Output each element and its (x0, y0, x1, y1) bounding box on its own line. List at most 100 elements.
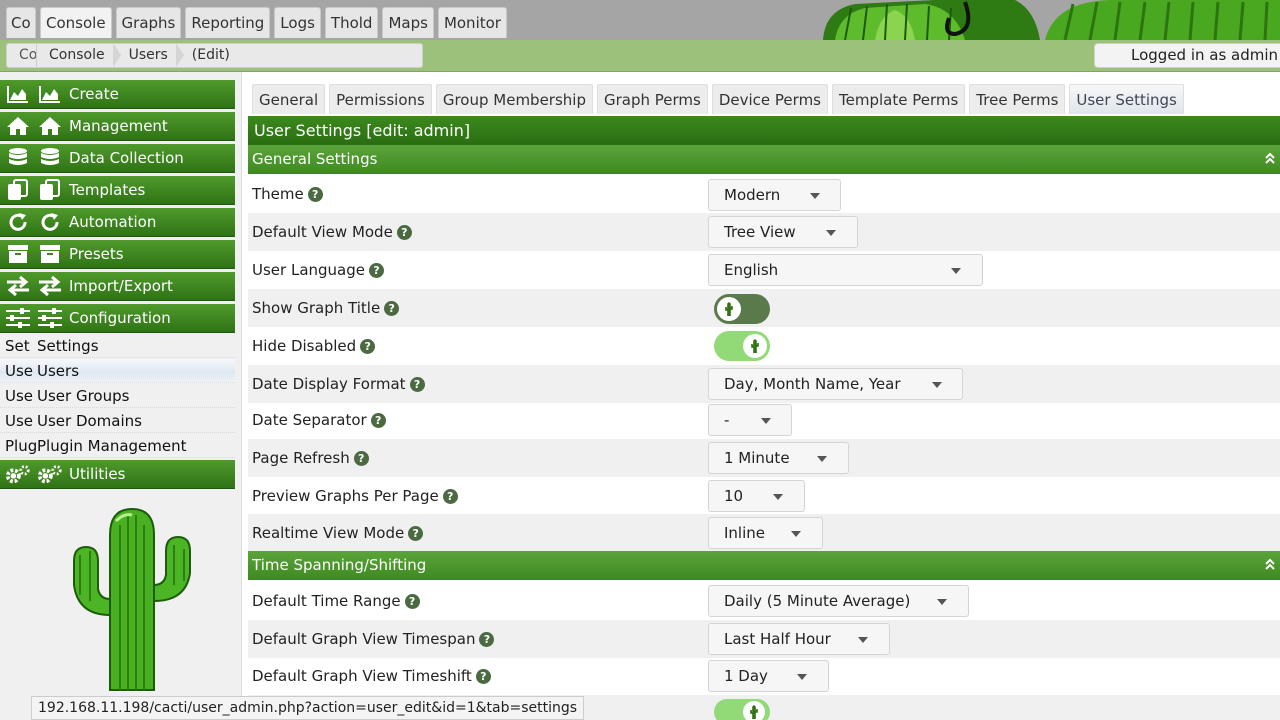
top-tab-logs[interactable]: Logs (274, 7, 321, 38)
help-icon[interactable]: ? (353, 451, 369, 466)
help-icon[interactable]: ? (384, 301, 400, 316)
cactus-banner-image (815, 0, 1280, 40)
sidebar-header-management[interactable]: Management (0, 112, 235, 141)
top-tab-maps[interactable]: Maps (382, 7, 434, 38)
user-language-select[interactable]: English (708, 254, 983, 286)
archive-icon (37, 243, 63, 265)
refresh-icon (5, 211, 31, 233)
row-date-display-format: Date Display Format? Day, Month Name, Ye… (248, 365, 1280, 403)
user-edit-tabs: General Permissions Group Membership Gra… (252, 84, 1184, 114)
top-tab-thold[interactable]: Thold (324, 7, 379, 38)
collapse-icon[interactable] (1264, 551, 1278, 580)
sidebar-header-create[interactable]: Create (0, 80, 235, 109)
partial-toggle[interactable] (714, 699, 770, 720)
chevron-down-icon (810, 193, 820, 199)
section-general-settings[interactable]: General Settings (248, 145, 1280, 174)
top-tab-console-collapsed[interactable]: Co (6, 7, 36, 38)
date-separator-select[interactable]: - (708, 404, 792, 436)
theme-select[interactable]: Modern (708, 179, 841, 211)
row-default-graph-view-timeshift: Default Graph View Timeshift? 1 Day (248, 657, 1280, 695)
row-page-refresh: Page Refresh? 1 Minute (248, 439, 1280, 477)
chevron-down-icon (937, 599, 947, 605)
tab-general[interactable]: General (252, 84, 326, 114)
sidebar-header-import-export[interactable]: Import/Export (0, 272, 235, 301)
help-icon[interactable]: ? (307, 187, 323, 202)
top-tab-reporting[interactable]: Reporting (185, 7, 271, 38)
sidebar-header-configuration[interactable]: Configuration (0, 304, 235, 333)
tab-user-settings[interactable]: User Settings (1069, 84, 1184, 114)
page-refresh-select[interactable]: 1 Minute (708, 442, 849, 474)
sidebar-header-automation[interactable]: Automation (0, 208, 235, 237)
help-icon[interactable]: ? (396, 225, 412, 240)
field-label: Default Graph View Timeshift (252, 667, 472, 685)
sidebar-header-data-collection[interactable]: Data Collection (0, 144, 235, 173)
help-icon[interactable]: ? (368, 263, 384, 278)
tab-device-perms[interactable]: Device Perms (711, 84, 828, 114)
row-theme: Theme? Modern (248, 175, 1280, 213)
top-tab-monitor[interactable]: Monitor (437, 7, 507, 38)
sidebar-item-users[interactable]: Use Users (0, 359, 235, 383)
tab-template-perms[interactable]: Template Perms (832, 84, 966, 114)
tab-permissions[interactable]: Permissions (329, 84, 432, 114)
tab-group-membership[interactable]: Group Membership (435, 84, 593, 114)
field-label: Preview Graphs Per Page (252, 487, 439, 505)
copy-icon (5, 179, 31, 201)
row-show-graph-title: Show Graph Title? (248, 289, 1280, 327)
sidebar-item-plugin-management[interactable]: PlugPlugin Management (0, 434, 235, 458)
help-icon[interactable]: ? (370, 413, 386, 428)
field-label: User Language (252, 261, 365, 279)
default-time-range-select[interactable]: Daily (5 Minute Average) (708, 585, 969, 617)
chevron-down-icon (951, 268, 961, 274)
default-graph-view-timespan-select[interactable]: Last Half Hour (708, 623, 890, 655)
help-icon[interactable]: ? (442, 489, 458, 504)
preview-graphs-per-page-select[interactable]: 10 (708, 480, 805, 512)
tab-tree-perms[interactable]: Tree Perms (969, 84, 1066, 114)
sidebar-item-user-groups[interactable]: Use User Groups (0, 384, 235, 408)
sidebar-item-settings[interactable]: Set Settings (0, 334, 235, 358)
sidebar-header-templates[interactable]: Templates (0, 176, 235, 205)
top-tab-console[interactable]: Console (40, 7, 112, 38)
chevron-down-icon (826, 230, 836, 236)
help-icon[interactable]: ? (404, 594, 420, 609)
sidebar-header-utilities[interactable]: Utilities (0, 460, 235, 489)
top-tabs: Co Console Graphs Reporting Logs Thold M… (6, 7, 507, 38)
chevron-down-icon (817, 456, 827, 462)
default-view-mode-select[interactable]: Tree View (708, 216, 858, 248)
breadcrumb-users[interactable]: Users (117, 43, 185, 68)
sidebar-item-user-domains[interactable]: Use User Domains (0, 409, 235, 433)
help-icon[interactable]: ? (408, 526, 424, 541)
status-bar-url: 192.168.11.198/cacti/user_admin.php?acti… (31, 696, 585, 720)
help-icon[interactable]: ? (360, 339, 376, 354)
cactus-icon (717, 297, 741, 321)
exchange-icon (37, 275, 63, 297)
sidebar-header-presets[interactable]: Presets (0, 240, 235, 269)
section-time-spanning[interactable]: Time Spanning/Shifting (248, 551, 1280, 580)
date-display-format-select[interactable]: Day, Month Name, Year (708, 368, 963, 400)
collapse-icon[interactable] (1264, 145, 1278, 174)
row-default-time-range: Default Time Range? Daily (5 Minute Aver… (248, 582, 1280, 620)
archive-icon (5, 243, 31, 265)
help-icon[interactable]: ? (409, 377, 425, 392)
help-icon[interactable]: ? (479, 632, 495, 647)
hide-disabled-toggle[interactable] (714, 331, 770, 361)
sliders-icon (5, 307, 31, 329)
show-graph-title-toggle[interactable] (714, 294, 770, 324)
row-preview-graphs-per-page: Preview Graphs Per Page? 10 (248, 477, 1280, 515)
default-graph-view-timeshift-select[interactable]: 1 Day (708, 660, 829, 692)
tab-graph-perms[interactable]: Graph Perms (597, 84, 708, 114)
exchange-icon (5, 275, 31, 297)
field-label: Realtime View Mode (252, 524, 405, 542)
help-icon[interactable]: ? (475, 669, 491, 684)
sliders-icon (37, 307, 63, 329)
top-tab-graphs[interactable]: Graphs (115, 7, 182, 38)
login-status[interactable]: Logged in as admin (1094, 43, 1280, 68)
chevron-down-icon (797, 674, 807, 680)
breadcrumb-collapsed[interactable]: Co (7, 43, 37, 68)
breadcrumb-console[interactable]: Console (37, 43, 121, 68)
database-icon (37, 147, 63, 169)
chevron-down-icon (761, 418, 771, 424)
realtime-view-mode-select[interactable]: Inline (708, 517, 823, 549)
breadcrumb-bar: Co Console Users (Edit) Logged in as adm… (0, 40, 1280, 72)
row-user-language: User Language? English (248, 251, 1280, 289)
row-hide-disabled: Hide Disabled? (248, 327, 1280, 365)
